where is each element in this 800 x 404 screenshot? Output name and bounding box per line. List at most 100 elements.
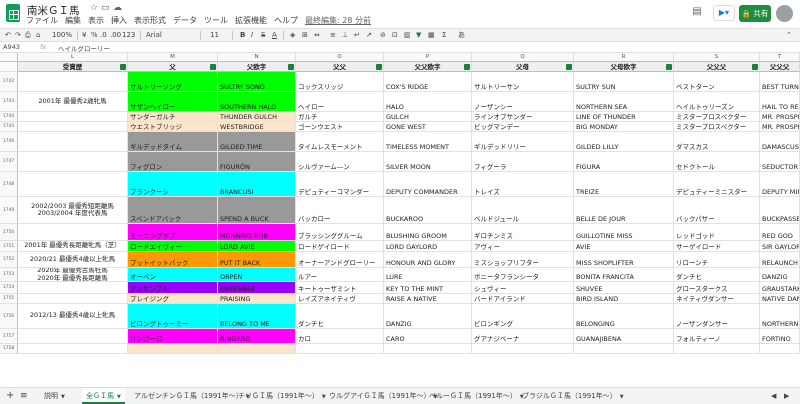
chevron-down-icon[interactable]: ▼ (117, 394, 121, 400)
menu-tools[interactable]: ツール (204, 15, 228, 27)
chevron-down-icon[interactable]: ▼ (61, 394, 65, 400)
chart-icon[interactable]: ▥ (404, 30, 411, 41)
table-cell[interactable]: BEST TURN (760, 72, 800, 92)
table-cell[interactable]: グロースタークス (674, 282, 760, 294)
table-cell[interactable]: フォルティーノ (674, 329, 760, 344)
table-cell[interactable]: FORTINO (760, 329, 800, 344)
filter-icon[interactable]: ▼ (416, 30, 421, 41)
table-cell[interactable]: DANZIG (760, 268, 800, 282)
table-cell[interactable]: RINGARO (218, 329, 296, 344)
table-cell[interactable]: LINE OF THUNDER (574, 112, 674, 122)
select-all-corner[interactable] (0, 53, 18, 62)
header-cell[interactable]: 受賞歴 (18, 62, 128, 72)
menu-help[interactable]: ヘルプ (274, 15, 298, 27)
sheet-tab[interactable]: ブラジルＧＩ馬（1991年～） ▼ (518, 388, 628, 404)
sheet-tab[interactable]: 全ＧＩ馬 ▼ (82, 388, 125, 404)
header-cell[interactable]: 父父欧字 (384, 62, 472, 72)
award-cell[interactable] (18, 294, 128, 304)
header-cell[interactable]: 父母 (472, 62, 574, 72)
table-cell[interactable]: FIGURÓN (218, 152, 296, 172)
filter-dropdown-icon[interactable] (666, 64, 672, 70)
filter-dropdown-icon[interactable] (288, 64, 294, 70)
star-icon[interactable]: ☆ (90, 3, 98, 13)
comment-add-icon[interactable]: ⊡ (392, 30, 398, 41)
print-icon[interactable]: ⎙ (25, 30, 31, 41)
table-cell[interactable]: FIGURA (574, 152, 674, 172)
table-cell[interactable]: RELAUNCH (760, 252, 800, 268)
table-cell[interactable]: フィグーラ (472, 152, 574, 172)
table-cell[interactable]: MISS SHOPLIFTER (574, 252, 674, 268)
table-cell[interactable]: PRAISING (218, 294, 296, 304)
row-header[interactable] (0, 62, 18, 72)
collapse-toolbar-icon[interactable]: ⌃ (786, 30, 792, 41)
row-header[interactable]: 1754 (0, 282, 18, 294)
sheet-tab[interactable]: ウルグアイＧＩ馬（1991年～） ▼ (325, 388, 441, 404)
table-cell[interactable] (674, 344, 760, 354)
table-cell[interactable]: ベルドジュール (472, 197, 574, 224)
table-cell[interactable]: タイムレスモーメント (296, 132, 384, 152)
table-cell[interactable]: トレイズ (472, 172, 574, 197)
formula-input[interactable]: ヘイルグローリー (58, 43, 110, 53)
filter-dropdown-icon[interactable] (376, 64, 382, 70)
table-cell[interactable]: BIRD ISLAND (574, 294, 674, 304)
award-cell[interactable] (18, 122, 128, 132)
undo-icon[interactable]: ↶ (5, 30, 11, 41)
table-cell[interactable]: BELONG TO ME (218, 304, 296, 329)
text-wrap-icon[interactable]: ↵ (354, 30, 360, 41)
header-cell[interactable]: 父欧字 (218, 62, 296, 72)
share-button[interactable]: 🔒 共有 (739, 5, 771, 22)
table-cell[interactable]: PUT IT BACK (218, 252, 296, 268)
table-cell[interactable]: WESTBRIDGE (218, 122, 296, 132)
functions-icon[interactable]: Σ (442, 30, 446, 41)
table-cell[interactable]: LORD GAYLORD (384, 241, 472, 252)
row-header[interactable]: 1746 (0, 132, 18, 152)
table-cell[interactable]: NORTHERN DANCER (760, 304, 800, 329)
table-cell[interactable]: ビロンギング (472, 304, 574, 329)
table-cell[interactable]: ノーザンダンサー (674, 304, 760, 329)
table-cell[interactable]: TREIZE (574, 172, 674, 197)
row-header[interactable]: 1756 (0, 304, 18, 329)
award-cell[interactable] (18, 224, 128, 241)
table-cell[interactable]: MR. PROSPECTOR (760, 112, 800, 122)
column-header-P[interactable]: P (384, 53, 472, 62)
row-header[interactable]: 1752 (0, 252, 18, 268)
table-cell[interactable] (574, 344, 674, 354)
filter-views-icon[interactable]: ▦ (428, 30, 435, 41)
explore-icon-next[interactable]: ▶ (784, 388, 789, 404)
sheet-tab[interactable]: チリＧＩ馬（1991年～） ▼ (234, 388, 330, 404)
table-cell[interactable]: キートゥーザミント (296, 282, 384, 294)
column-header-Q[interactable]: Q (472, 53, 574, 62)
table-cell[interactable] (296, 344, 384, 354)
table-cell[interactable]: MR. PROSPECTOR (760, 122, 800, 132)
award-cell[interactable]: 2001年 最優秀長距離牝馬（芝） (18, 241, 128, 252)
table-cell[interactable]: ルアー (296, 268, 384, 282)
table-cell[interactable]: バッカロー (296, 197, 384, 224)
table-cell[interactable]: グアナジベーナ (472, 329, 574, 344)
award-cell[interactable]: 2012/13 最優秀4歳以上牝馬 (18, 304, 128, 329)
table-cell[interactable]: GUANAJIBENA (574, 329, 674, 344)
award-cell[interactable]: 2001年 最優秀2歳牝馬 (18, 92, 128, 112)
row-header[interactable]: 1743 (0, 92, 18, 112)
table-cell[interactable]: プットイットバック (128, 252, 218, 268)
award-cell[interactable] (18, 329, 128, 344)
table-cell[interactable]: RED GOD (760, 224, 800, 241)
table-cell[interactable]: SPEND A BUCK (218, 197, 296, 224)
table-cell[interactable] (128, 344, 218, 354)
table-cell[interactable]: モーニングボブ (128, 224, 218, 241)
table-cell[interactable]: シルヴァーム―ン (296, 152, 384, 172)
table-cell[interactable]: GILDED LILLY (574, 132, 674, 152)
table-cell[interactable]: SILVER MOON (384, 152, 472, 172)
menu-view[interactable]: 表示 (88, 15, 104, 27)
menu-data[interactable]: データ (173, 15, 197, 27)
table-cell[interactable]: ギロチンミス (472, 224, 574, 241)
table-cell[interactable]: バックパサー (674, 197, 760, 224)
table-cell[interactable]: ゴーンウエスト (296, 122, 384, 132)
cloud-icon[interactable]: ☁ (113, 3, 122, 13)
merge-cells-icon[interactable]: ⇔ (314, 30, 320, 41)
last-edit-link[interactable]: 最終編集: 28 分前 (305, 15, 371, 27)
table-cell[interactable]: ENSEMBLE (218, 282, 296, 294)
redo-icon[interactable]: ↷ (15, 30, 21, 41)
italic-button[interactable]: I (251, 30, 253, 41)
row-header[interactable]: 1749 (0, 197, 18, 224)
table-cell[interactable]: カロ (296, 329, 384, 344)
